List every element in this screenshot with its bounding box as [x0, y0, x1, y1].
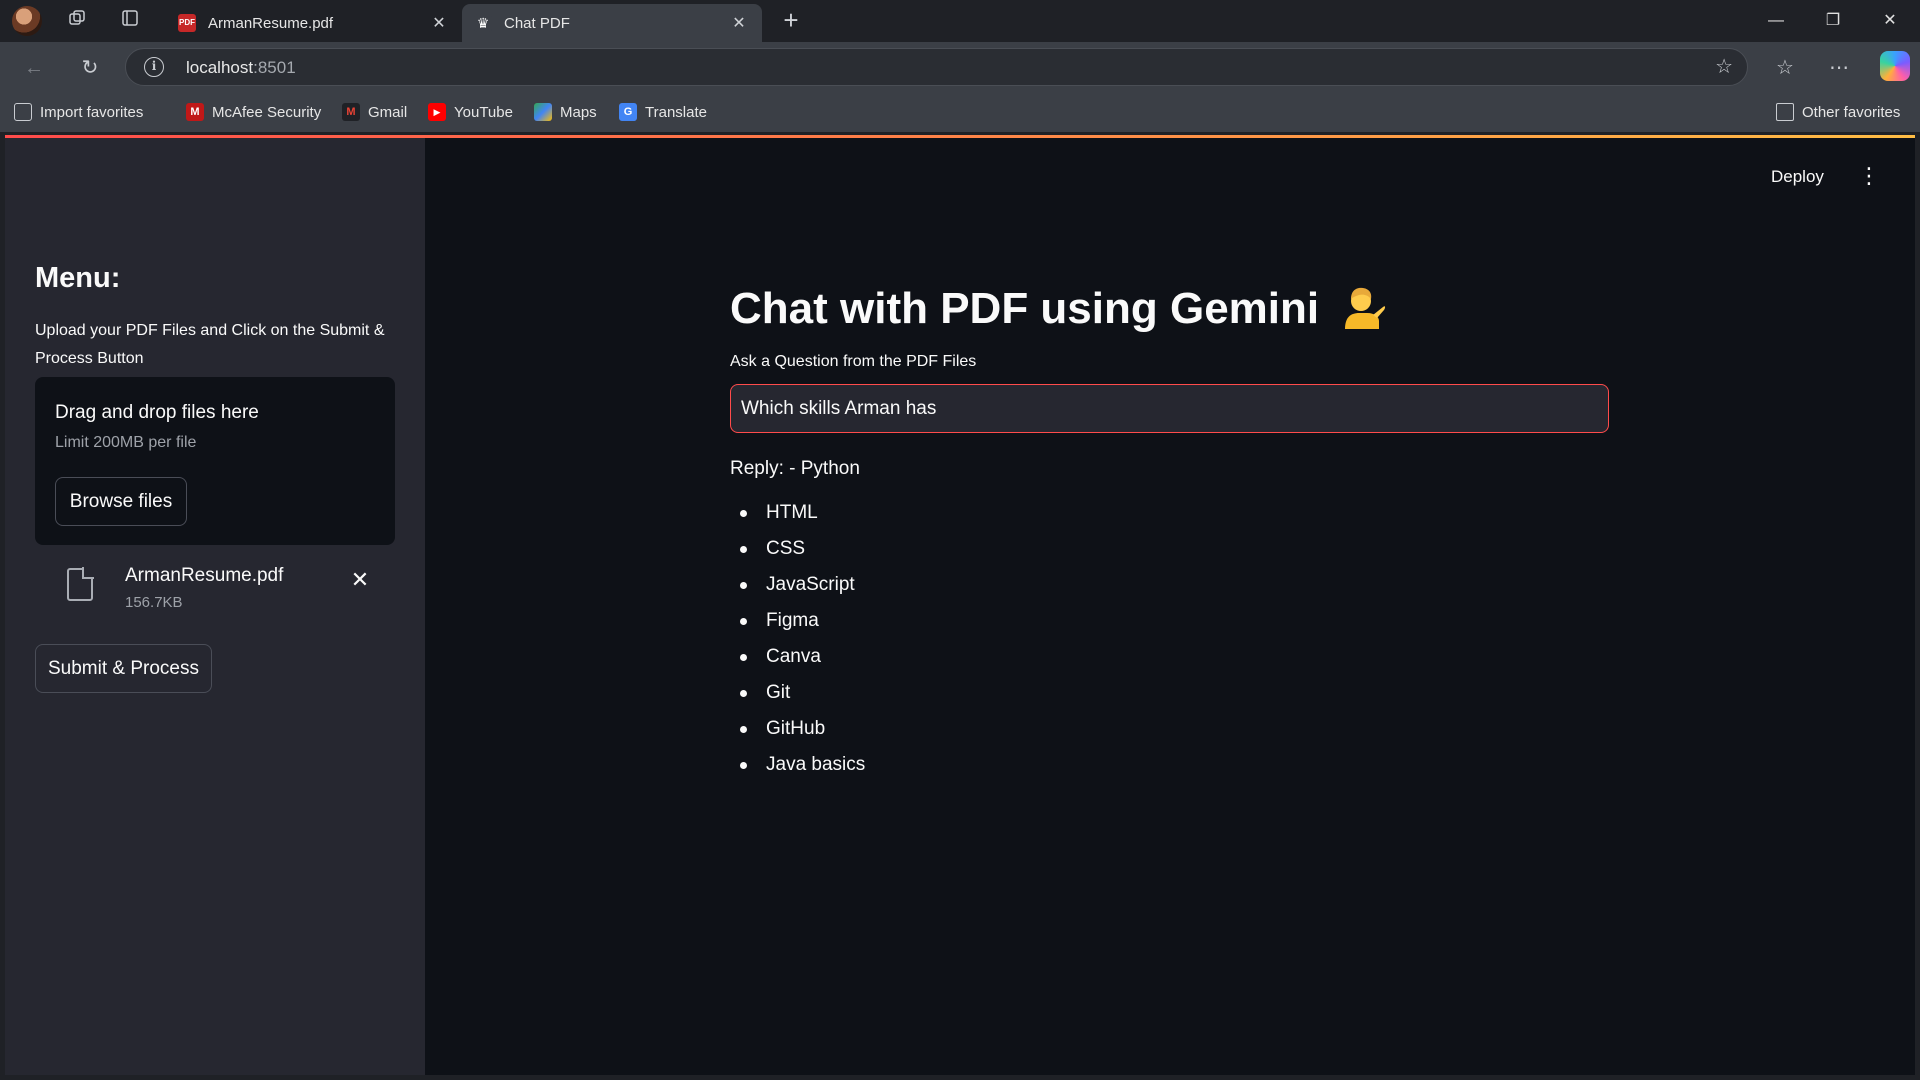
- more-icon[interactable]: ⋯: [1823, 52, 1855, 84]
- dropzone-limit: Limit 200MB per file: [55, 434, 197, 451]
- app-page: Menu: Upload your PDF Files and Click on…: [5, 135, 1915, 1075]
- sidebar-description: Upload your PDF Files and Click on the S…: [35, 322, 385, 367]
- other-favorites[interactable]: Other favorites: [1776, 101, 1900, 123]
- file-icon: [67, 567, 94, 601]
- crown-icon: ♛: [474, 14, 492, 32]
- list-item: Figma: [730, 608, 865, 644]
- favorite-gmail[interactable]: M Gmail: [342, 101, 407, 123]
- minimize-icon[interactable]: —: [1753, 6, 1799, 36]
- favorites-icon[interactable]: ☆: [1769, 52, 1801, 84]
- list-item: CSS: [730, 536, 865, 572]
- star-icon[interactable]: ☆: [1715, 54, 1733, 79]
- tab-title: ArmanResume.pdf: [208, 14, 334, 32]
- sidebar-title: Menu:: [35, 262, 121, 294]
- person-tipping-hand-icon: [1339, 285, 1387, 329]
- youtube-icon: ▶: [428, 103, 446, 121]
- deploy-button[interactable]: Deploy: [1771, 167, 1824, 187]
- copilot-icon[interactable]: [1880, 51, 1910, 81]
- maps-icon: [534, 103, 552, 121]
- main-menu-icon[interactable]: ⋮: [1858, 161, 1880, 191]
- favorite-label: Maps: [560, 103, 597, 121]
- list-item: Java basics: [730, 752, 865, 788]
- url-text: localhost:8501: [186, 58, 296, 77]
- close-icon[interactable]: ✕: [728, 13, 750, 33]
- mcafee-icon: M: [186, 103, 204, 121]
- favorites-bar: Import favorites M McAfee Security M Gma…: [0, 92, 1920, 132]
- gmail-icon: M: [342, 103, 360, 121]
- reply-text: Reply: - Python: [730, 458, 860, 479]
- close-window-icon[interactable]: ✕: [1867, 6, 1913, 36]
- back-icon[interactable]: ←: [18, 52, 50, 84]
- favorite-label: Translate: [645, 103, 707, 121]
- question-input[interactable]: Which skills Arman has: [730, 384, 1609, 433]
- app-decoration-bar: [5, 135, 1915, 138]
- favorite-youtube[interactable]: ▶ YouTube: [428, 101, 513, 123]
- translate-icon: G: [619, 103, 637, 121]
- list-item: Canva: [730, 644, 865, 680]
- file-dropzone[interactable]: Drag and drop files here Limit 200MB per…: [35, 377, 395, 545]
- page-title: Chat with PDF using Gemini: [730, 279, 1387, 334]
- workspaces-icon[interactable]: [64, 8, 90, 34]
- pdf-icon: PDF: [178, 14, 196, 32]
- submit-process-button[interactable]: Submit & Process: [35, 644, 212, 693]
- browser-toolbar: ← ↻ i localhost:8501 ☆ ☆ ⋯: [0, 42, 1920, 92]
- address-bar[interactable]: i localhost:8501 ☆: [125, 48, 1748, 86]
- reload-icon[interactable]: ↻: [74, 52, 106, 84]
- list-item: GitHub: [730, 716, 865, 752]
- browse-files-button[interactable]: Browse files: [55, 477, 187, 526]
- info-icon[interactable]: i: [144, 57, 164, 77]
- dropzone-title: Drag and drop files here: [55, 402, 259, 423]
- folder-icon: [1776, 103, 1794, 121]
- favorite-label: Other favorites: [1802, 103, 1901, 121]
- skills-list: HTML CSS JavaScript Figma Canva Git GitH…: [730, 500, 865, 788]
- favorite-mcafee[interactable]: M McAfee Security: [186, 101, 321, 123]
- file-name: ArmanResume.pdf: [125, 565, 284, 586]
- sidebar: Menu: Upload your PDF Files and Click on…: [5, 135, 425, 1075]
- favorite-label: Import favorites: [40, 103, 144, 121]
- list-item: Git: [730, 680, 865, 716]
- favorite-label: McAfee Security: [212, 103, 322, 121]
- page-title-text: Chat with PDF using Gemini: [730, 284, 1320, 333]
- list-item: JavaScript: [730, 572, 865, 608]
- favorite-translate[interactable]: G Translate: [619, 101, 707, 123]
- remove-file-icon[interactable]: ✕: [347, 567, 373, 593]
- favorite-maps[interactable]: Maps: [534, 101, 597, 123]
- browser-window: PDF ArmanResume.pdf ✕ ♛ Chat PDF ✕ + — ❐…: [0, 0, 1920, 1080]
- tab-strip: PDF ArmanResume.pdf ✕ ♛ Chat PDF ✕ + — ❐…: [0, 0, 1920, 42]
- tab-resume-pdf[interactable]: PDF ArmanResume.pdf ✕: [166, 4, 462, 42]
- favorite-label: YouTube: [454, 103, 513, 121]
- restore-icon[interactable]: ❐: [1810, 6, 1856, 36]
- favorite-import[interactable]: Import favorites: [14, 101, 143, 123]
- tab-title: Chat PDF: [504, 14, 570, 32]
- import-icon: [14, 103, 32, 121]
- new-tab-button[interactable]: +: [776, 6, 806, 36]
- question-label: Ask a Question from the PDF Files: [730, 353, 977, 370]
- tab-chat-pdf[interactable]: ♛ Chat PDF ✕: [462, 4, 762, 42]
- favorite-label: Gmail: [368, 103, 408, 121]
- uploaded-file: ArmanResume.pdf 156.7KB ✕: [35, 555, 395, 635]
- profile-avatar[interactable]: [12, 6, 42, 36]
- tab-actions-icon[interactable]: [117, 8, 143, 34]
- close-icon[interactable]: ✕: [428, 13, 450, 33]
- list-item: HTML: [730, 500, 865, 536]
- file-size: 156.7KB: [125, 594, 183, 611]
